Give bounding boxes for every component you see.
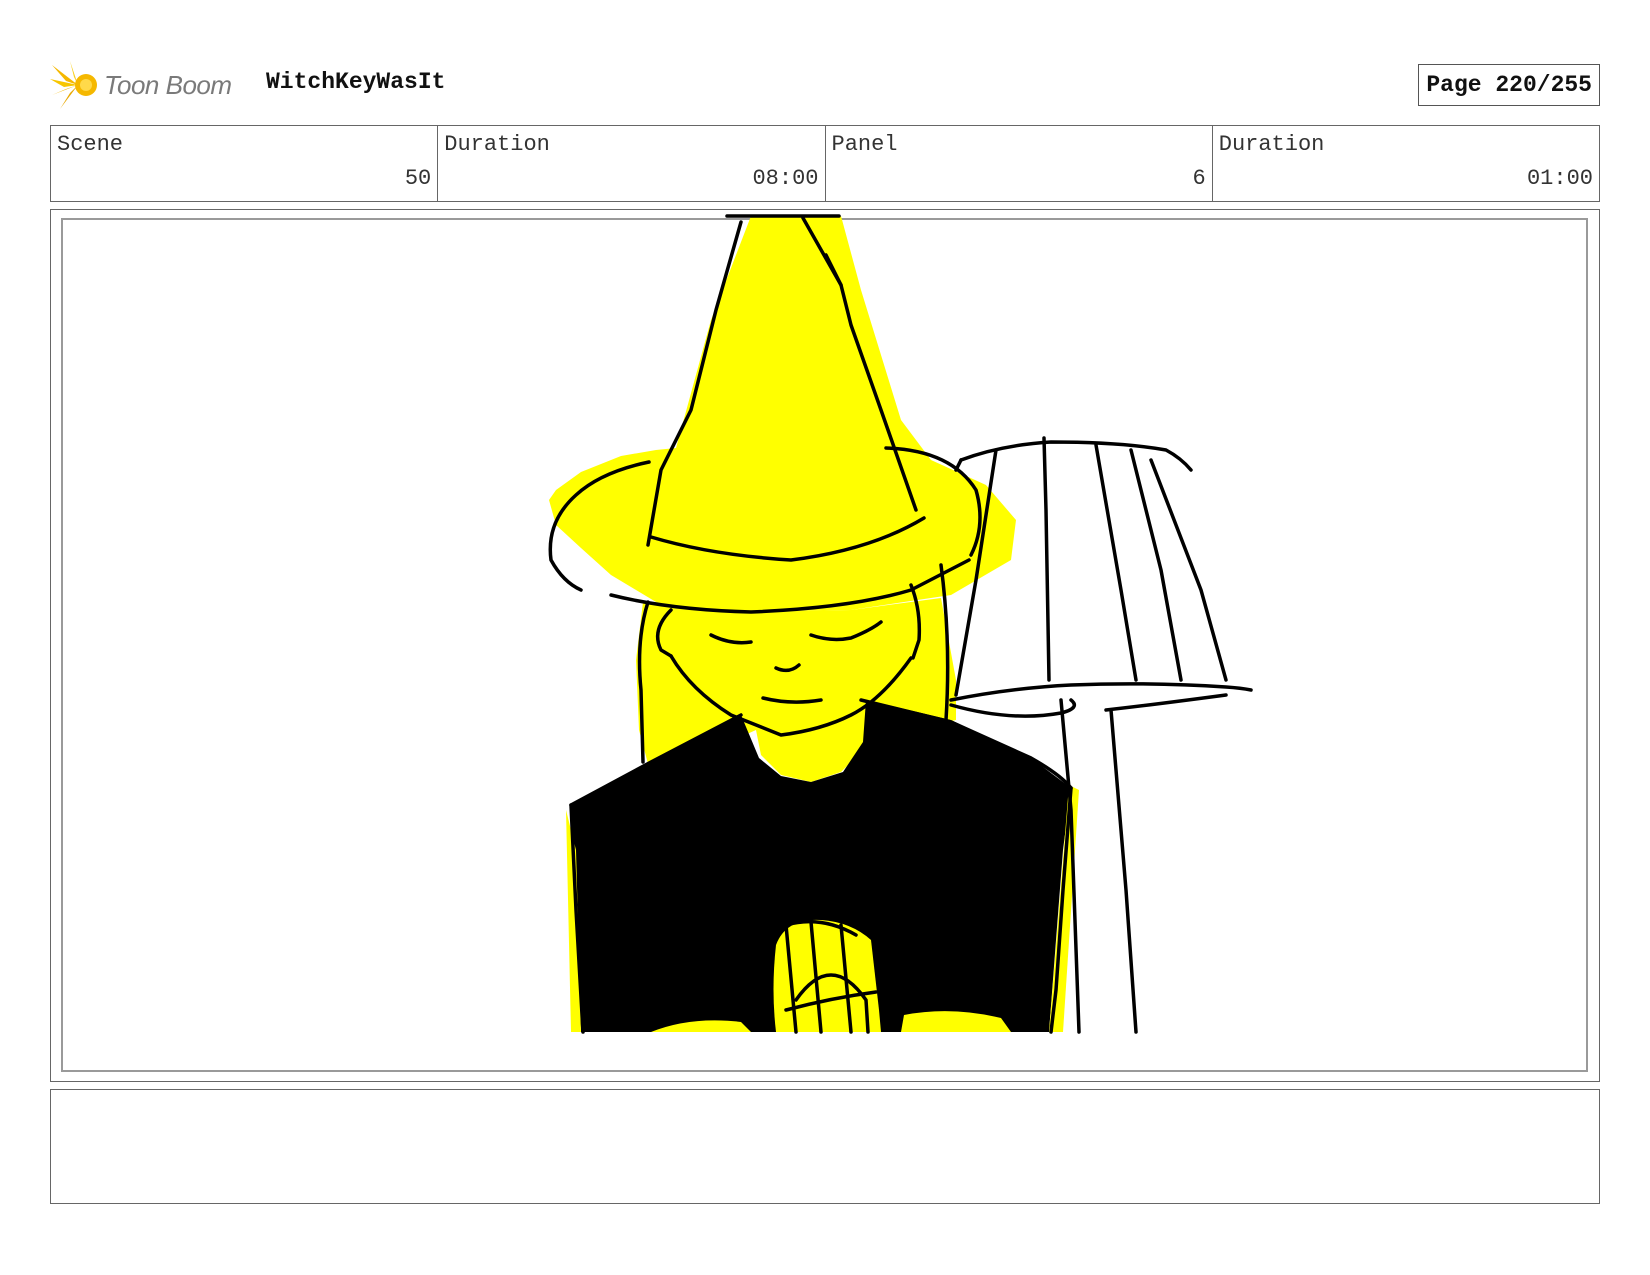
scene-label: Scene <box>57 132 124 157</box>
scene-duration-cell: Duration 08:00 <box>438 126 826 201</box>
panel-label: Panel <box>831 132 898 157</box>
panel-info-table: Scene 50 Duration 08:00 Panel 6 Duration… <box>50 125 1600 202</box>
scene-duration-value: 08:00 <box>752 166 819 191</box>
scene-value: 50 <box>404 166 432 191</box>
panel-duration-value: 01:00 <box>1526 166 1593 191</box>
logo-text: Toon Boom <box>104 69 232 100</box>
panel-notes <box>50 1089 1600 1204</box>
panel-drawing <box>548 214 1253 1034</box>
panel-cell: Panel 6 <box>826 126 1213 201</box>
scene-duration-label: Duration <box>444 132 550 157</box>
page-header: Toon Boom WitchKeyWasIt Page 220/255 <box>50 55 1600 115</box>
page-indicator: Page 220/255 <box>1418 64 1600 106</box>
toon-boom-logo-icon <box>50 61 97 109</box>
witch-hat <box>549 216 1016 612</box>
panel-duration-label: Duration <box>1218 132 1325 157</box>
panel-value: 6 <box>1192 166 1206 191</box>
scene-cell: Scene 50 <box>51 126 439 201</box>
panel-duration-cell: Duration 01:00 <box>1213 126 1599 201</box>
toon-boom-logo: Toon Boom <box>50 59 232 111</box>
project-title: WitchKeyWasIt <box>266 69 446 95</box>
witch-figure <box>548 214 1079 1034</box>
storyboard-panel <box>50 209 1600 1082</box>
